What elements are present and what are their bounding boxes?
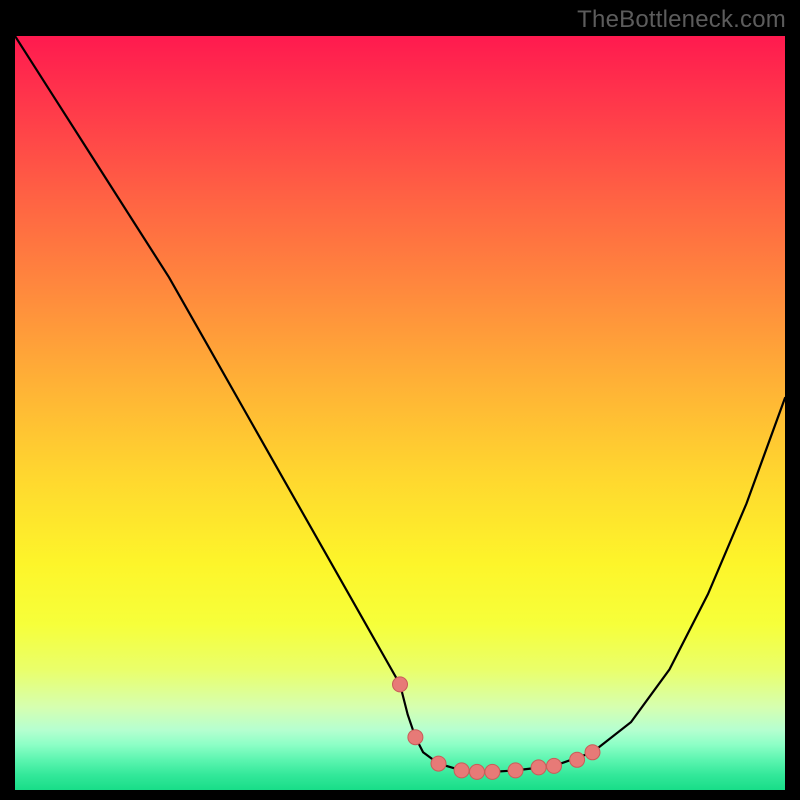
optimal-marker [454,763,469,778]
watermark-text: TheBottleneck.com [577,6,786,34]
optimal-range-markers [393,677,601,780]
optimal-marker [531,760,546,775]
optimal-marker [508,763,523,778]
optimal-marker [585,745,600,760]
optimal-marker [547,758,562,773]
bottleneck-curve [15,36,785,772]
optimal-marker [485,764,500,779]
optimal-marker [570,752,585,767]
optimal-marker [470,764,485,779]
chart-svg [15,36,785,790]
chart-frame [15,36,785,790]
optimal-marker [431,756,446,771]
optimal-marker [393,677,408,692]
optimal-marker [408,730,423,745]
